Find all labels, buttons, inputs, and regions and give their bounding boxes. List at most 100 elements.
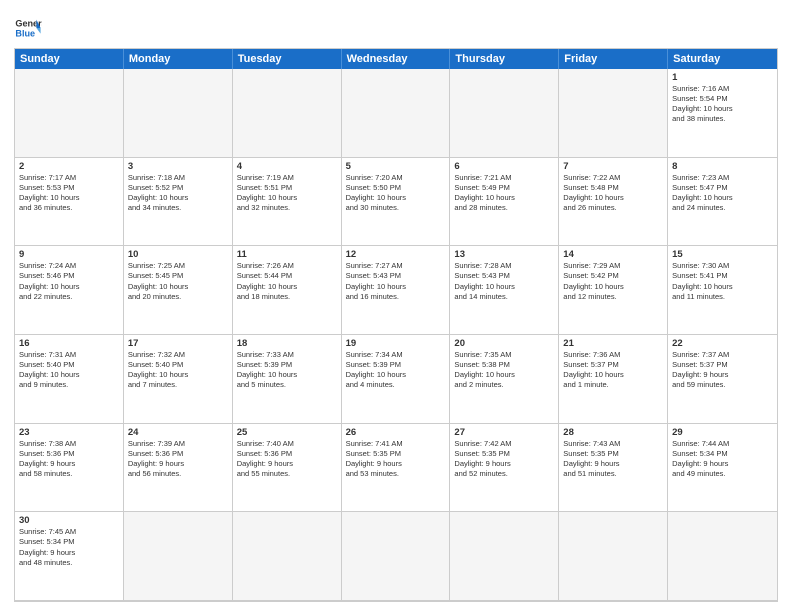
day-info: Sunrise: 7:34 AM Sunset: 5:39 PM Dayligh…	[346, 350, 446, 391]
calendar-day-cell: 21Sunrise: 7:36 AM Sunset: 5:37 PM Dayli…	[559, 335, 668, 424]
day-info: Sunrise: 7:44 AM Sunset: 5:34 PM Dayligh…	[672, 439, 773, 480]
day-number: 16	[19, 338, 119, 349]
day-number: 10	[128, 249, 228, 260]
day-number: 6	[454, 161, 554, 172]
day-info: Sunrise: 7:28 AM Sunset: 5:43 PM Dayligh…	[454, 261, 554, 302]
calendar-day-cell: 3Sunrise: 7:18 AM Sunset: 5:52 PM Daylig…	[124, 158, 233, 247]
day-info: Sunrise: 7:30 AM Sunset: 5:41 PM Dayligh…	[672, 261, 773, 302]
calendar-day-cell: 10Sunrise: 7:25 AM Sunset: 5:45 PM Dayli…	[124, 246, 233, 335]
calendar-day-cell: 28Sunrise: 7:43 AM Sunset: 5:35 PM Dayli…	[559, 424, 668, 513]
day-info: Sunrise: 7:18 AM Sunset: 5:52 PM Dayligh…	[128, 173, 228, 214]
calendar-day-cell: 1Sunrise: 7:16 AM Sunset: 5:54 PM Daylig…	[668, 69, 777, 158]
calendar-day-cell: 7Sunrise: 7:22 AM Sunset: 5:48 PM Daylig…	[559, 158, 668, 247]
calendar-day-cell: 29Sunrise: 7:44 AM Sunset: 5:34 PM Dayli…	[668, 424, 777, 513]
day-header: Sunday	[15, 49, 124, 69]
day-info: Sunrise: 7:42 AM Sunset: 5:35 PM Dayligh…	[454, 439, 554, 480]
day-info: Sunrise: 7:37 AM Sunset: 5:37 PM Dayligh…	[672, 350, 773, 391]
day-info: Sunrise: 7:26 AM Sunset: 5:44 PM Dayligh…	[237, 261, 337, 302]
calendar-day-cell: 6Sunrise: 7:21 AM Sunset: 5:49 PM Daylig…	[450, 158, 559, 247]
day-number: 27	[454, 427, 554, 438]
empty-cell	[124, 512, 233, 601]
day-number: 9	[19, 249, 119, 260]
day-info: Sunrise: 7:24 AM Sunset: 5:46 PM Dayligh…	[19, 261, 119, 302]
day-info: Sunrise: 7:41 AM Sunset: 5:35 PM Dayligh…	[346, 439, 446, 480]
day-info: Sunrise: 7:23 AM Sunset: 5:47 PM Dayligh…	[672, 173, 773, 214]
calendar-day-cell: 8Sunrise: 7:23 AM Sunset: 5:47 PM Daylig…	[668, 158, 777, 247]
empty-cell	[342, 512, 451, 601]
day-number: 28	[563, 427, 663, 438]
day-info: Sunrise: 7:27 AM Sunset: 5:43 PM Dayligh…	[346, 261, 446, 302]
page: General Blue SundayMondayTuesdayWednesda…	[0, 0, 792, 612]
day-headers: SundayMondayTuesdayWednesdayThursdayFrid…	[15, 49, 777, 69]
day-info: Sunrise: 7:43 AM Sunset: 5:35 PM Dayligh…	[563, 439, 663, 480]
day-info: Sunrise: 7:22 AM Sunset: 5:48 PM Dayligh…	[563, 173, 663, 214]
empty-cell	[233, 512, 342, 601]
calendar-day-cell: 11Sunrise: 7:26 AM Sunset: 5:44 PM Dayli…	[233, 246, 342, 335]
day-header: Thursday	[450, 49, 559, 69]
day-number: 1	[672, 72, 773, 83]
logo: General Blue	[14, 14, 42, 42]
day-info: Sunrise: 7:21 AM Sunset: 5:49 PM Dayligh…	[454, 173, 554, 214]
day-number: 3	[128, 161, 228, 172]
calendar-day-cell: 17Sunrise: 7:32 AM Sunset: 5:40 PM Dayli…	[124, 335, 233, 424]
empty-cell	[450, 512, 559, 601]
day-number: 5	[346, 161, 446, 172]
day-info: Sunrise: 7:19 AM Sunset: 5:51 PM Dayligh…	[237, 173, 337, 214]
day-info: Sunrise: 7:40 AM Sunset: 5:36 PM Dayligh…	[237, 439, 337, 480]
empty-cell	[233, 69, 342, 158]
calendar-day-cell: 30Sunrise: 7:45 AM Sunset: 5:34 PM Dayli…	[15, 512, 124, 601]
day-number: 12	[346, 249, 446, 260]
calendar-day-cell: 26Sunrise: 7:41 AM Sunset: 5:35 PM Dayli…	[342, 424, 451, 513]
day-info: Sunrise: 7:38 AM Sunset: 5:36 PM Dayligh…	[19, 439, 119, 480]
day-info: Sunrise: 7:29 AM Sunset: 5:42 PM Dayligh…	[563, 261, 663, 302]
day-number: 4	[237, 161, 337, 172]
day-number: 18	[237, 338, 337, 349]
day-info: Sunrise: 7:16 AM Sunset: 5:54 PM Dayligh…	[672, 84, 773, 125]
calendar-day-cell: 24Sunrise: 7:39 AM Sunset: 5:36 PM Dayli…	[124, 424, 233, 513]
calendar-day-cell: 27Sunrise: 7:42 AM Sunset: 5:35 PM Dayli…	[450, 424, 559, 513]
empty-cell	[124, 69, 233, 158]
calendar-grid: 1Sunrise: 7:16 AM Sunset: 5:54 PM Daylig…	[15, 69, 777, 601]
calendar-day-cell: 12Sunrise: 7:27 AM Sunset: 5:43 PM Dayli…	[342, 246, 451, 335]
calendar: SundayMondayTuesdayWednesdayThursdayFrid…	[14, 48, 778, 602]
day-number: 29	[672, 427, 773, 438]
day-info: Sunrise: 7:31 AM Sunset: 5:40 PM Dayligh…	[19, 350, 119, 391]
day-number: 14	[563, 249, 663, 260]
day-number: 13	[454, 249, 554, 260]
empty-cell	[559, 512, 668, 601]
day-number: 17	[128, 338, 228, 349]
day-header: Saturday	[668, 49, 777, 69]
day-info: Sunrise: 7:20 AM Sunset: 5:50 PM Dayligh…	[346, 173, 446, 214]
calendar-day-cell: 22Sunrise: 7:37 AM Sunset: 5:37 PM Dayli…	[668, 335, 777, 424]
calendar-day-cell: 16Sunrise: 7:31 AM Sunset: 5:40 PM Dayli…	[15, 335, 124, 424]
day-info: Sunrise: 7:35 AM Sunset: 5:38 PM Dayligh…	[454, 350, 554, 391]
calendar-day-cell: 25Sunrise: 7:40 AM Sunset: 5:36 PM Dayli…	[233, 424, 342, 513]
empty-cell	[342, 69, 451, 158]
calendar-day-cell: 18Sunrise: 7:33 AM Sunset: 5:39 PM Dayli…	[233, 335, 342, 424]
empty-cell	[668, 512, 777, 601]
day-number: 23	[19, 427, 119, 438]
day-number: 11	[237, 249, 337, 260]
day-info: Sunrise: 7:36 AM Sunset: 5:37 PM Dayligh…	[563, 350, 663, 391]
day-number: 22	[672, 338, 773, 349]
day-number: 26	[346, 427, 446, 438]
day-number: 24	[128, 427, 228, 438]
day-header: Wednesday	[342, 49, 451, 69]
calendar-day-cell: 9Sunrise: 7:24 AM Sunset: 5:46 PM Daylig…	[15, 246, 124, 335]
day-number: 7	[563, 161, 663, 172]
day-number: 30	[19, 515, 119, 526]
svg-text:Blue: Blue	[15, 28, 35, 38]
day-number: 19	[346, 338, 446, 349]
empty-cell	[559, 69, 668, 158]
day-number: 20	[454, 338, 554, 349]
calendar-day-cell: 20Sunrise: 7:35 AM Sunset: 5:38 PM Dayli…	[450, 335, 559, 424]
day-info: Sunrise: 7:45 AM Sunset: 5:34 PM Dayligh…	[19, 527, 119, 568]
day-info: Sunrise: 7:17 AM Sunset: 5:53 PM Dayligh…	[19, 173, 119, 214]
day-info: Sunrise: 7:32 AM Sunset: 5:40 PM Dayligh…	[128, 350, 228, 391]
calendar-day-cell: 5Sunrise: 7:20 AM Sunset: 5:50 PM Daylig…	[342, 158, 451, 247]
day-number: 2	[19, 161, 119, 172]
day-info: Sunrise: 7:39 AM Sunset: 5:36 PM Dayligh…	[128, 439, 228, 480]
day-info: Sunrise: 7:25 AM Sunset: 5:45 PM Dayligh…	[128, 261, 228, 302]
calendar-day-cell: 14Sunrise: 7:29 AM Sunset: 5:42 PM Dayli…	[559, 246, 668, 335]
empty-cell	[15, 69, 124, 158]
